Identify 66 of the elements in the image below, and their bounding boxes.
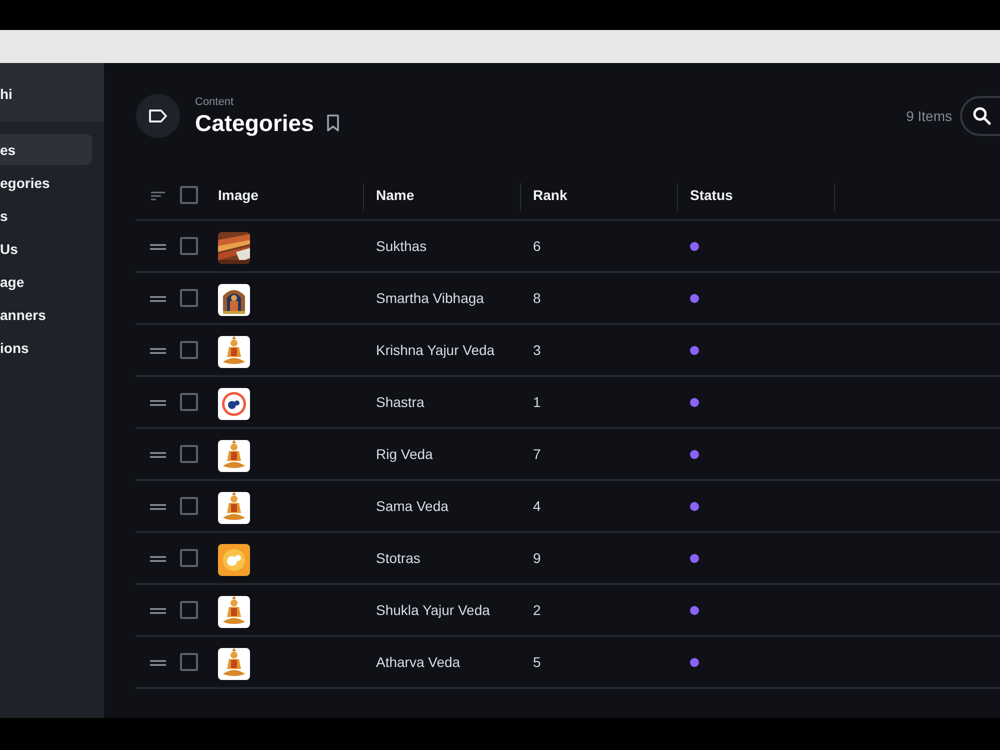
drag-handle-icon[interactable]	[150, 504, 166, 510]
sidebar-item[interactable]: age	[0, 266, 92, 297]
drag-handle-icon[interactable]	[150, 608, 166, 614]
status-dot	[690, 554, 699, 563]
search-icon	[972, 106, 992, 126]
status-dot	[690, 294, 699, 303]
table-cell: Atharva Veda	[376, 654, 460, 670]
checkbox[interactable]	[180, 393, 198, 412]
drag-handle-icon[interactable]	[150, 400, 166, 406]
table-cell: Sukthas	[376, 238, 427, 254]
sort-icon[interactable]	[150, 191, 166, 202]
sidebar-item[interactable]: s	[0, 200, 92, 231]
table-cell: Rig Veda	[376, 446, 433, 462]
sidebar-item[interactable]: es	[0, 134, 92, 165]
sidebar-item[interactable]: ions	[0, 332, 92, 363]
checkbox[interactable]	[180, 341, 198, 360]
status-dot	[690, 658, 699, 667]
sidebar-item[interactable]: egories	[0, 167, 92, 198]
search-button[interactable]	[960, 96, 1000, 136]
table-cell: 5	[533, 654, 541, 670]
status-dot	[690, 450, 699, 459]
table-cell: 8	[533, 290, 541, 306]
bookmark-icon[interactable]	[326, 114, 340, 132]
status-dot	[690, 346, 699, 355]
table-cell: 9	[533, 550, 541, 566]
table-cell: Smartha Vibhaga	[376, 290, 484, 306]
drag-handle-icon[interactable]	[150, 556, 166, 562]
column-header[interactable]: Status	[690, 187, 733, 203]
page-title: Categories	[195, 108, 314, 136]
drag-handle-icon[interactable]	[150, 660, 166, 666]
checkbox[interactable]	[180, 653, 198, 672]
drag-handle-icon[interactable]	[150, 452, 166, 458]
table-cell: Shastra	[376, 394, 424, 410]
drag-handle-icon[interactable]	[150, 296, 166, 302]
sidebar-item[interactable]: anners	[0, 299, 92, 330]
checkbox[interactable]	[180, 186, 198, 204]
breadcrumb: Content	[195, 96, 235, 108]
table-cell: 7	[533, 446, 541, 462]
status-dot	[690, 502, 699, 511]
table-cell: 2	[533, 602, 541, 618]
drag-handle-icon[interactable]	[150, 244, 166, 250]
column-header[interactable]: Rank	[533, 187, 568, 203]
table-cell: 1	[533, 394, 541, 410]
app-title: hi	[0, 84, 12, 102]
status-dot	[690, 606, 699, 615]
table-cell: 6	[533, 238, 541, 254]
item-count: 9 Items	[906, 108, 952, 124]
sidebar-item[interactable]: Us	[0, 233, 92, 264]
checkbox[interactable]	[180, 601, 198, 620]
status-dot	[690, 242, 699, 251]
checkbox[interactable]	[180, 237, 198, 256]
status-dot	[690, 398, 699, 407]
checkbox[interactable]	[180, 289, 198, 308]
column-header[interactable]: Name	[376, 187, 414, 203]
label-icon	[148, 109, 168, 123]
checkbox[interactable]	[180, 445, 198, 464]
checkbox[interactable]	[180, 549, 198, 568]
table-cell: 4	[533, 498, 541, 514]
table-cell: Stotras	[376, 550, 420, 566]
table-cell: Krishna Yajur Veda	[376, 342, 495, 358]
drag-handle-icon[interactable]	[150, 348, 166, 354]
column-header[interactable]: Image	[218, 187, 258, 203]
checkbox[interactable]	[180, 497, 198, 516]
table-cell: Sama Veda	[376, 498, 448, 514]
table-cell: Shukla Yajur Veda	[376, 602, 490, 618]
table-cell: 3	[533, 342, 541, 358]
